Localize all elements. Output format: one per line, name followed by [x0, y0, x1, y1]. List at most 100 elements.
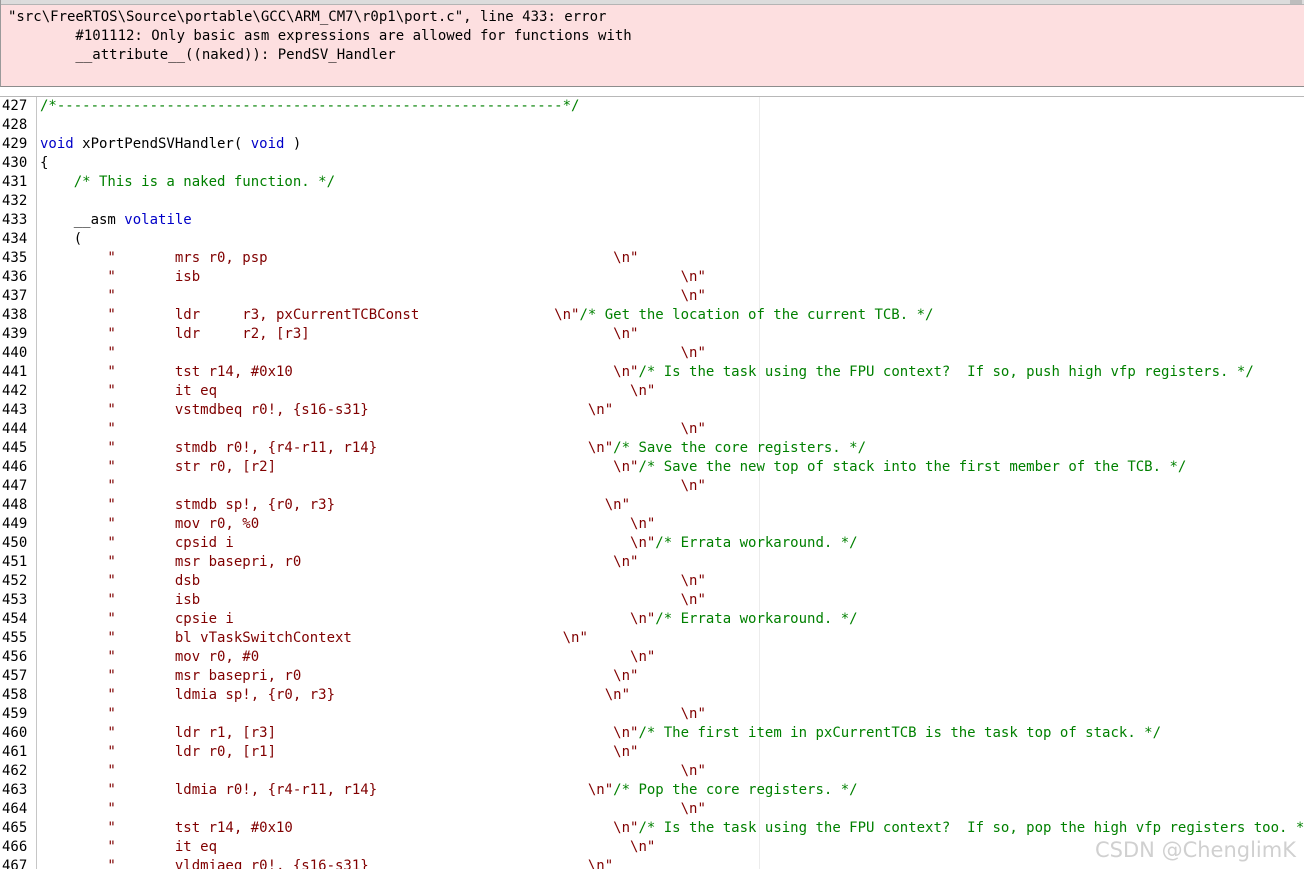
- error-panel-scrollbar[interactable]: [1290, 0, 1302, 4]
- line-number: 438: [2, 307, 28, 323]
- code-string: " mrs r0, psp \n": [40, 250, 639, 266]
- code-text: " ldr r1, [r3] \n"/* The first item in p…: [40, 724, 1161, 743]
- code-text: " str r0, [r2] \n"/* Save the new top of…: [40, 458, 1186, 477]
- code-string: " \n": [40, 801, 706, 817]
- line-number: 455: [2, 630, 28, 646]
- code-string: " stmdb sp!, {r0, r3} \n": [40, 497, 631, 513]
- line-number: 433: [2, 212, 28, 228]
- code-text: " dsb \n": [40, 572, 706, 591]
- code-keyword: volatile: [124, 212, 192, 228]
- code-text: {: [40, 154, 48, 173]
- code-text: " msr basepri, r0 \n": [40, 667, 638, 686]
- code-string: " \n": [40, 478, 706, 494]
- code-string: " \n": [40, 706, 706, 722]
- code-string: " ldr r2, [r3] \n": [40, 326, 639, 342]
- code-text: " it eq \n": [40, 838, 655, 857]
- line-number: 449: [2, 516, 28, 532]
- code-text: " stmdb r0!, {r4-r11, r14} \n"/* Save th…: [40, 439, 866, 458]
- code-comment: /* Errata workaround. */: [655, 535, 858, 551]
- code-text: " vstmdbeq r0!, {s16-s31} \n": [40, 401, 613, 420]
- code-text: " ldr r0, [r1] \n": [40, 743, 638, 762]
- error-message-line-3: __attribute__((naked)): PendSV_Handler: [8, 47, 396, 63]
- line-number: 442: [2, 383, 28, 399]
- code-text: " isb \n": [40, 591, 705, 610]
- code-string: " msr basepri, r0 \n": [40, 668, 639, 684]
- code-string: " ldr r1, [r3] \n": [40, 725, 639, 741]
- code-text: " \n": [40, 344, 706, 363]
- code-keyword: void: [40, 136, 74, 152]
- code-string: " ldr r0, [r1] \n": [40, 744, 639, 760]
- code-text: " vldmiaeq r0!, {s16-s31} \n": [40, 857, 613, 869]
- code-text: " \n": [40, 762, 706, 781]
- code-comment: /* Save the new top of stack into the fi…: [638, 459, 1187, 475]
- code-string: " vstmdbeq r0!, {s16-s31} \n": [40, 402, 614, 418]
- line-number: 453: [2, 592, 28, 608]
- code-string: " cpsid i \n": [40, 535, 656, 551]
- line-number: 447: [2, 478, 28, 494]
- line-number: 440: [2, 345, 28, 361]
- line-number: 452: [2, 573, 28, 589]
- code-text: " tst r14, #0x10 \n"/* Is the task using…: [40, 363, 1254, 382]
- line-number: 467: [2, 858, 28, 869]
- error-output-panel: "src\FreeRTOS\Source\portable\GCC\ARM_CM…: [0, 0, 1304, 87]
- code-editor[interactable]: 427 /*-----------------------------------…: [0, 96, 1304, 869]
- watermark: CSDN @ChenglimK: [1095, 838, 1296, 862]
- code-text: __asm volatile: [40, 211, 192, 230]
- line-number: 465: [2, 820, 28, 836]
- code-comment: /* Errata workaround. */: [655, 611, 858, 627]
- line-number: 431: [2, 174, 28, 190]
- code-text: /*--------------------------------------…: [40, 97, 579, 116]
- line-number: 446: [2, 459, 28, 475]
- code-token: {: [40, 155, 49, 171]
- line-number: 437: [2, 288, 28, 304]
- code-comment: /* Save the core registers. */: [613, 440, 867, 456]
- code-string: " mov r0, %0 \n": [40, 516, 656, 532]
- code-string: " cpsie i \n": [40, 611, 656, 627]
- code-text: " tst r14, #0x10 \n"/* Is the task using…: [40, 819, 1304, 838]
- code-comment: /* Is the task using the FPU context? If…: [638, 364, 1254, 380]
- code-string: " \n": [40, 763, 706, 779]
- line-number: 450: [2, 535, 28, 551]
- code-string: " dsb \n": [40, 573, 706, 589]
- line-number: 461: [2, 744, 28, 760]
- line-number: 456: [2, 649, 28, 665]
- line-number: 464: [2, 801, 28, 817]
- line-number: 460: [2, 725, 28, 741]
- code-comment: /* Pop the core registers. */: [613, 782, 858, 798]
- line-number: 466: [2, 839, 28, 855]
- code-comment: /* This is a naked function. */: [40, 174, 336, 190]
- code-string: " bl vTaskSwitchContext \n": [40, 630, 588, 646]
- code-token: (: [40, 231, 83, 247]
- code-string: " tst r14, #0x10 \n": [40, 364, 639, 380]
- code-string: " tst r14, #0x10 \n": [40, 820, 639, 836]
- code-text: " it eq \n": [40, 382, 655, 401]
- code-string: " stmdb r0!, {r4-r11, r14} \n": [40, 440, 614, 456]
- code-comment: /*--------------------------------------…: [40, 98, 580, 114]
- code-text: void xPortPendSVHandler( void ): [40, 135, 301, 154]
- error-message-line-1: "src\FreeRTOS\Source\portable\GCC\ARM_CM…: [8, 9, 607, 25]
- code-string: " ldmia sp!, {r0, r3} \n": [40, 687, 631, 703]
- line-number: 463: [2, 782, 28, 798]
- line-number: 439: [2, 326, 28, 342]
- code-text: " \n": [40, 800, 706, 819]
- code-text: " cpsid i \n"/* Errata workaround. */: [40, 534, 858, 553]
- code-string: " \n": [40, 345, 706, 361]
- code-text: " bl vTaskSwitchContext \n": [40, 629, 588, 648]
- error-panel-header: [1, 0, 1304, 5]
- code-string: " vldmiaeq r0!, {s16-s31} \n": [40, 858, 614, 869]
- line-number: 430: [2, 155, 28, 171]
- code-keyword: void: [250, 136, 285, 152]
- code-string: " ldmia r0!, {r4-r11, r14} \n": [40, 782, 614, 798]
- code-comment: /* Get the location of the current TCB. …: [579, 307, 934, 323]
- code-text: " mov r0, #0 \n": [40, 648, 655, 667]
- column-guide: [759, 97, 760, 869]
- code-string: " msr basepri, r0 \n": [40, 554, 639, 570]
- code-text: " mrs r0, psp \n": [40, 249, 638, 268]
- code-text: " cpsie i \n"/* Errata workaround. */: [40, 610, 858, 629]
- line-number: 432: [2, 193, 28, 209]
- code-text: " \n": [40, 477, 706, 496]
- line-number: 443: [2, 402, 28, 418]
- code-string: " ldr r3, pxCurrentTCBConst \n": [40, 307, 580, 323]
- code-comment: /* The first item in pxCurrentTCB is the…: [638, 725, 1162, 741]
- code-string: " isb \n": [40, 269, 706, 285]
